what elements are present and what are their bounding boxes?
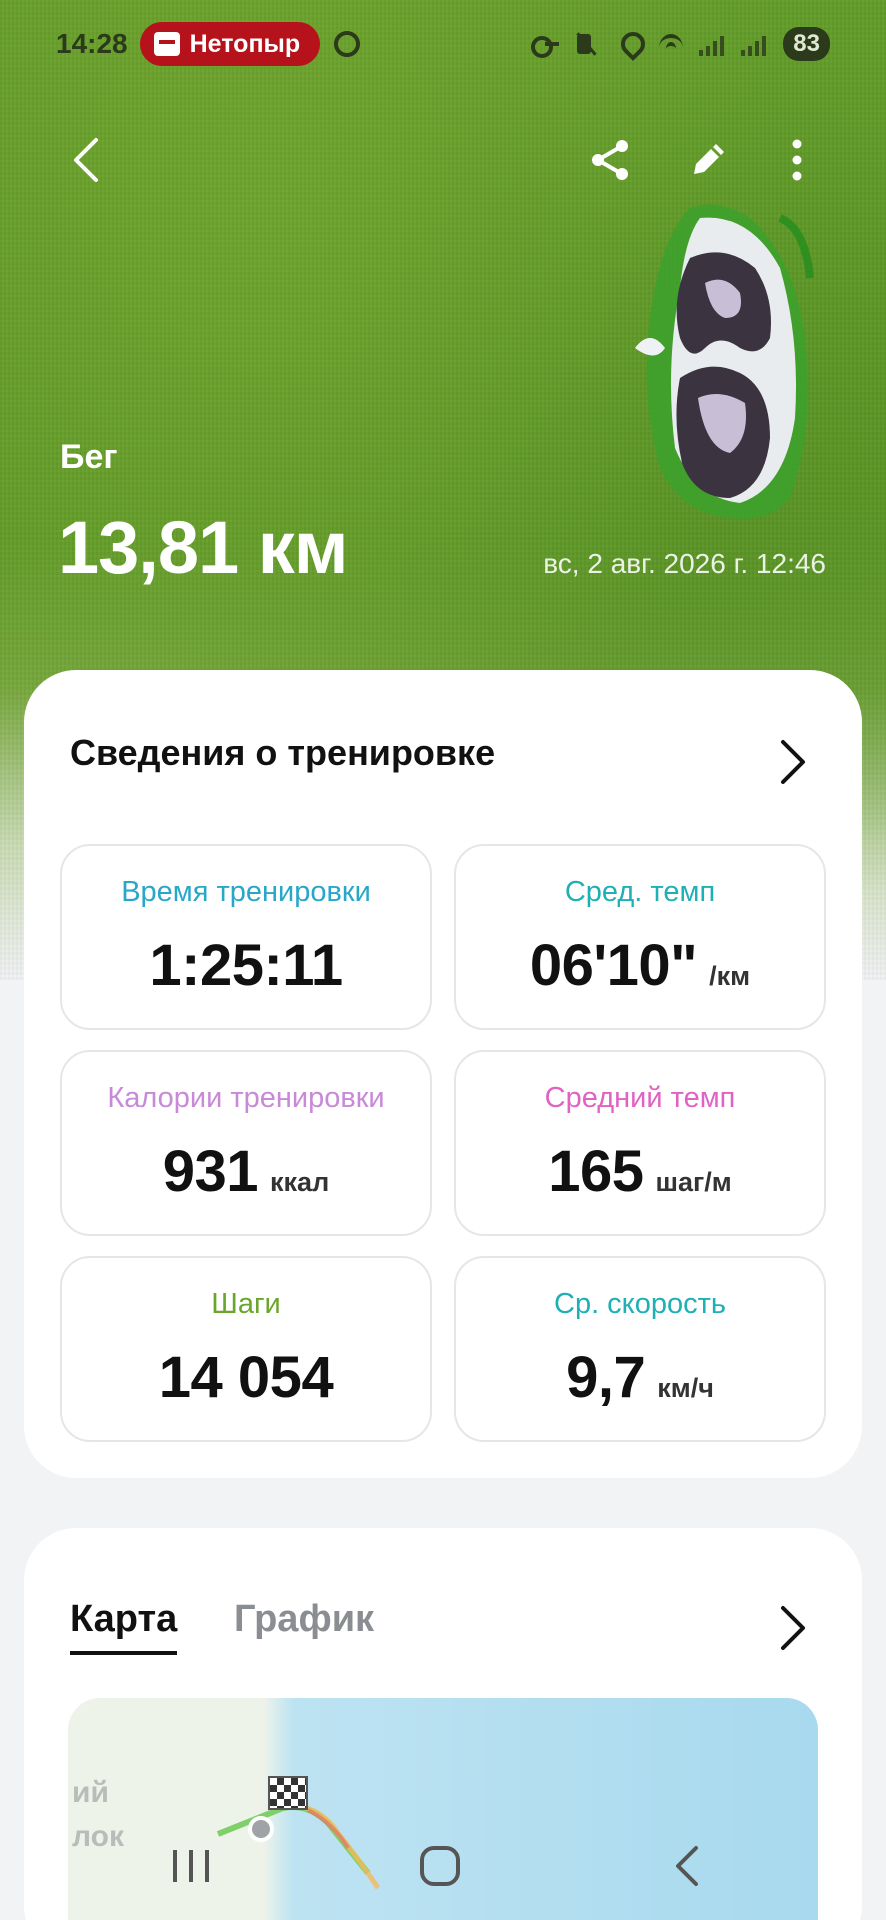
- map-label: ий: [72, 1776, 109, 1809]
- mute-icon: [573, 32, 601, 56]
- running-shoe-illustration: [635, 204, 814, 519]
- back-icon: [676, 1846, 698, 1886]
- top-app-bar: [0, 120, 886, 200]
- wifi-icon: [657, 32, 685, 56]
- status-time: 14:28: [56, 28, 128, 59]
- stat-value: 931: [162, 1139, 259, 1204]
- system-back-button[interactable]: [652, 1838, 722, 1894]
- stat-value: 9,7: [566, 1345, 646, 1410]
- more-icon: [792, 139, 802, 181]
- stat-value: 14 054: [158, 1345, 334, 1410]
- share-icon: [592, 140, 628, 180]
- stat-unit: шаг/м: [655, 1167, 732, 1197]
- stat-unit: ккал: [270, 1167, 330, 1197]
- stat-label: Ср. скорость: [554, 1288, 726, 1320]
- stat-value: 165: [548, 1139, 644, 1204]
- vpn-indicator[interactable]: Нетопыр: [139, 22, 321, 66]
- finish-flag-icon: [268, 1776, 308, 1810]
- map-open-button[interactable]: [768, 1598, 820, 1658]
- stat-calories[interactable]: Калории тренировки 931 ккал: [60, 1050, 432, 1236]
- stat-cadence[interactable]: Средний темп 165 шаг/м: [454, 1050, 826, 1236]
- details-open-button[interactable]: [768, 732, 820, 792]
- vpn-app-icon: [153, 32, 180, 56]
- tab-map[interactable]: Карта: [70, 1598, 178, 1655]
- workout-details-card: Сведения о тренировке Время тренировки 1…: [24, 670, 862, 1478]
- stat-label: Средний темп: [544, 1082, 736, 1114]
- stat-label: Время тренировки: [121, 876, 371, 908]
- location-icon: [615, 32, 643, 56]
- recent-apps-icon: [173, 1850, 209, 1882]
- stat-label: Калории тренировки: [107, 1082, 385, 1114]
- edit-icon: [694, 144, 724, 174]
- stat-avg-speed[interactable]: Ср. скорость 9,7 км/ч: [454, 1256, 826, 1442]
- vpn-label: Нетопыр: [189, 29, 301, 58]
- stat-value: 06'10": [529, 933, 698, 998]
- stat-unit: км/ч: [657, 1373, 714, 1403]
- home-icon: [420, 1846, 460, 1886]
- back-button[interactable]: [56, 128, 120, 192]
- chevron-right-icon: [781, 1606, 805, 1650]
- workout-datetime: вс, 2 авг. 2026 г. 12:46: [543, 548, 826, 579]
- share-button[interactable]: [578, 128, 642, 192]
- tab-chart[interactable]: График: [234, 1598, 374, 1641]
- stat-steps[interactable]: Шаги 14 054: [60, 1256, 432, 1442]
- workout-distance: 13,81 км: [58, 506, 349, 589]
- edit-button[interactable]: [676, 128, 740, 192]
- stat-duration[interactable]: Время тренировки 1:25:11: [60, 844, 432, 1030]
- stat-label: Шаги: [211, 1288, 281, 1320]
- battery-indicator: 83: [783, 27, 830, 61]
- system-navigation-bar: [0, 1810, 886, 1920]
- details-title: Сведения о тренировке: [70, 732, 496, 773]
- more-options-button[interactable]: [765, 128, 829, 192]
- stat-avg-pace[interactable]: Сред. темп 06'10" /км: [454, 844, 826, 1030]
- status-icons: 83: [531, 27, 830, 61]
- stat-value: 1:25:11: [149, 933, 343, 998]
- recent-apps-button[interactable]: [156, 1838, 226, 1894]
- back-icon: [74, 138, 98, 182]
- chevron-right-icon: [781, 740, 805, 784]
- workout-type: Бег: [60, 438, 118, 476]
- signal-icon: [699, 32, 727, 56]
- key-icon: [531, 32, 560, 58]
- stat-label: Сред. темп: [564, 876, 716, 908]
- stat-unit: /км: [709, 961, 751, 991]
- signal-icon: [741, 32, 769, 56]
- chat-bubble-icon: [334, 31, 361, 57]
- status-bar: 14:28 Нетопыр 83: [0, 18, 886, 70]
- home-button[interactable]: [405, 1838, 475, 1894]
